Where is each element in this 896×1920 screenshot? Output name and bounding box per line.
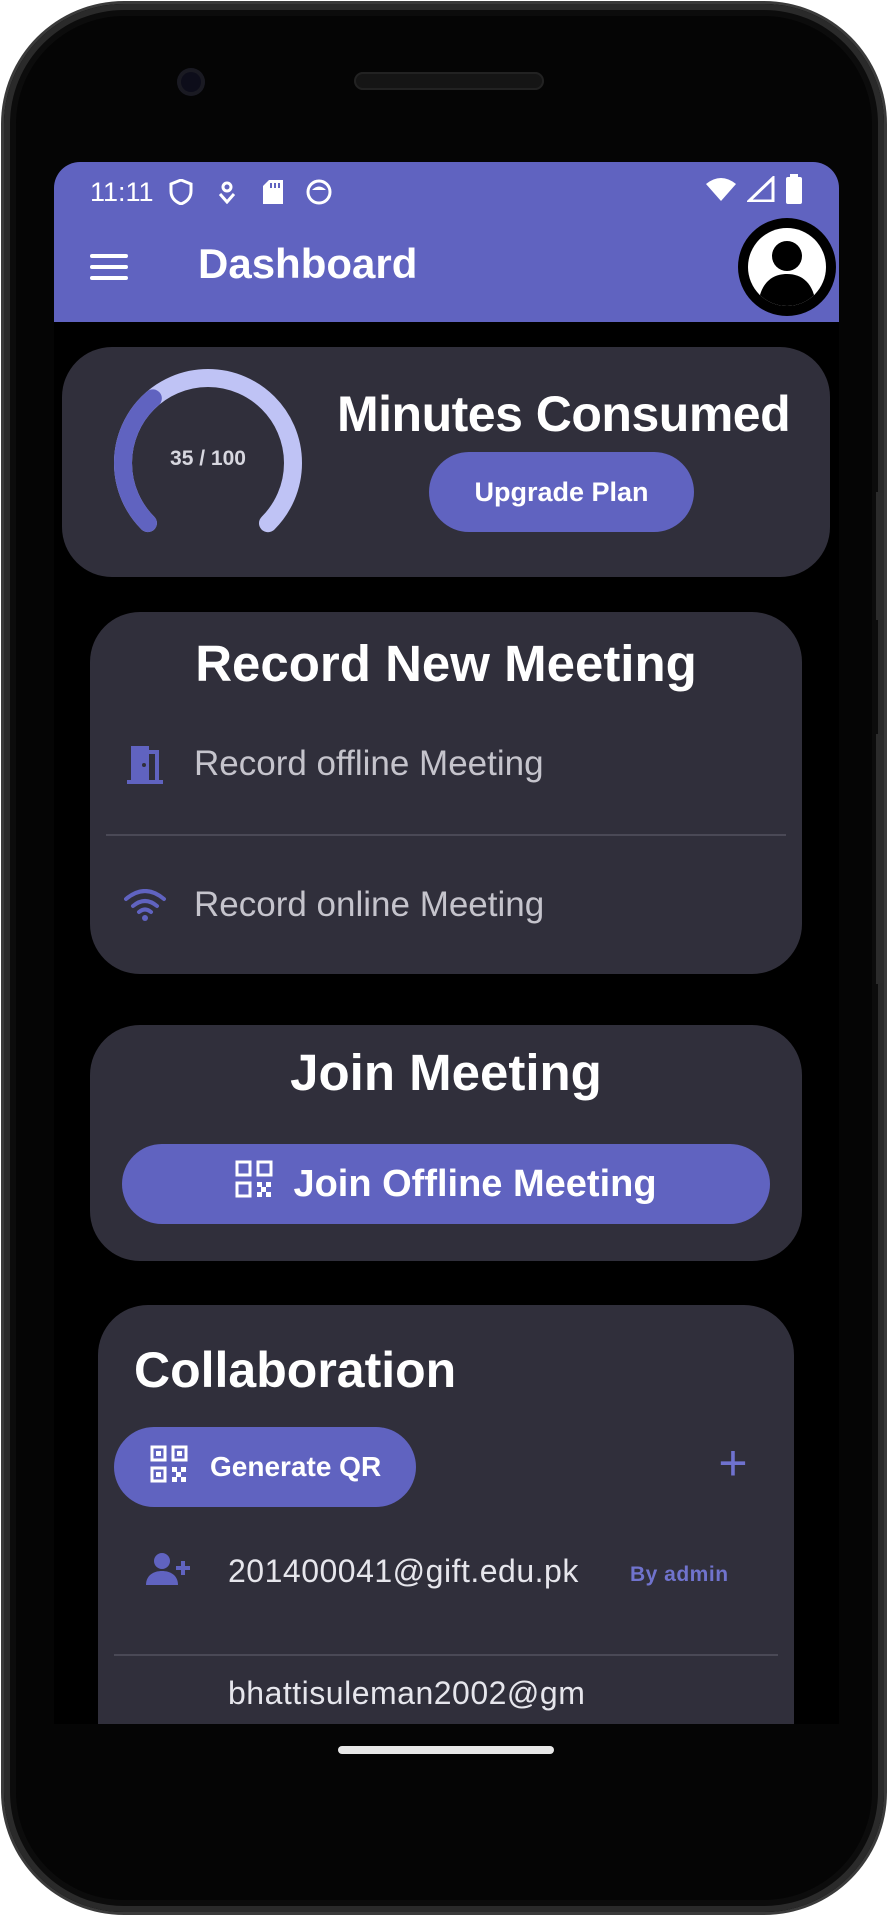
volume-button: [876, 734, 884, 984]
shield-icon: [168, 179, 194, 205]
minutes-title: Minutes Consumed: [337, 386, 791, 442]
collab-card-title: Collaboration: [134, 1342, 457, 1398]
menu-icon[interactable]: [90, 254, 128, 282]
record-online-label: Record online Meeting: [194, 885, 545, 924]
avatar[interactable]: [738, 218, 836, 316]
join-card-title: Join Meeting: [290, 1044, 602, 1101]
door-icon: [124, 743, 166, 785]
screen: 11:11 Dashboard 35 / 100 Minutes Consume…: [54, 162, 839, 1724]
status-right: [705, 173, 803, 211]
add-collaborator-button[interactable]: +: [708, 1438, 758, 1488]
earpiece-speaker: [354, 72, 544, 90]
power-button: [876, 492, 884, 620]
add-person-icon: [146, 1551, 192, 1587]
generate-qr-button[interactable]: Generate QR: [114, 1427, 416, 1507]
list-item[interactable]: 201400041@gift.edu.pk By admin: [98, 1541, 794, 1641]
minutes-card: 35 / 100 Minutes Consumed Upgrade Plan: [62, 347, 830, 577]
record-offline-item[interactable]: Record offline Meeting: [90, 714, 802, 814]
phone-frame: 11:11 Dashboard 35 / 100 Minutes Consume…: [4, 4, 884, 1912]
status-bar: 11:11: [90, 172, 803, 212]
wifi-icon: [705, 176, 737, 209]
generate-qr-label: Generate QR: [210, 1451, 382, 1482]
profile-silhouette-icon: [748, 228, 826, 306]
battery-icon: [785, 173, 803, 211]
app-bar: 11:11 Dashboard: [54, 162, 839, 322]
usb-debug-icon: [214, 179, 240, 205]
home-indicator[interactable]: [338, 1746, 554, 1754]
member-email: 201400041@gift.edu.pk: [228, 1553, 579, 1589]
list-item[interactable]: bhattisuleman2002@gm: [98, 1675, 794, 1724]
qr-code-icon: [150, 1445, 188, 1490]
member-email: bhattisuleman2002@gm: [228, 1675, 586, 1711]
gauge-label: 35 / 100: [170, 447, 246, 470]
record-offline-label: Record offline Meeting: [194, 744, 544, 783]
app-notification-icon: [306, 179, 332, 205]
record-card-title: Record New Meeting: [195, 635, 697, 692]
status-time: 11:11: [90, 176, 154, 207]
wifi-icon: [124, 884, 166, 926]
collaboration-card: Collaboration Generate QR + 201400041@gi…: [98, 1305, 794, 1724]
page-title: Dashboard: [198, 240, 418, 287]
upgrade-plan-button[interactable]: Upgrade Plan: [429, 452, 694, 532]
sd-card-icon: [260, 179, 286, 205]
join-offline-label: Join Offline Meeting: [293, 1162, 657, 1205]
member-added-by: By admin: [630, 1563, 729, 1586]
record-meeting-card: Record New Meeting Record offline Meetin…: [90, 612, 802, 974]
cell-signal-icon: [745, 173, 775, 209]
member-divider: [114, 1654, 778, 1656]
qr-scan-icon: [235, 1160, 273, 1208]
join-offline-meeting-button[interactable]: Join Offline Meeting: [122, 1144, 770, 1224]
front-camera: [177, 68, 205, 96]
join-meeting-card: Join Meeting Join Offline Meeting: [90, 1025, 802, 1261]
record-online-item[interactable]: Record online Meeting: [90, 855, 802, 955]
record-divider: [106, 834, 786, 836]
